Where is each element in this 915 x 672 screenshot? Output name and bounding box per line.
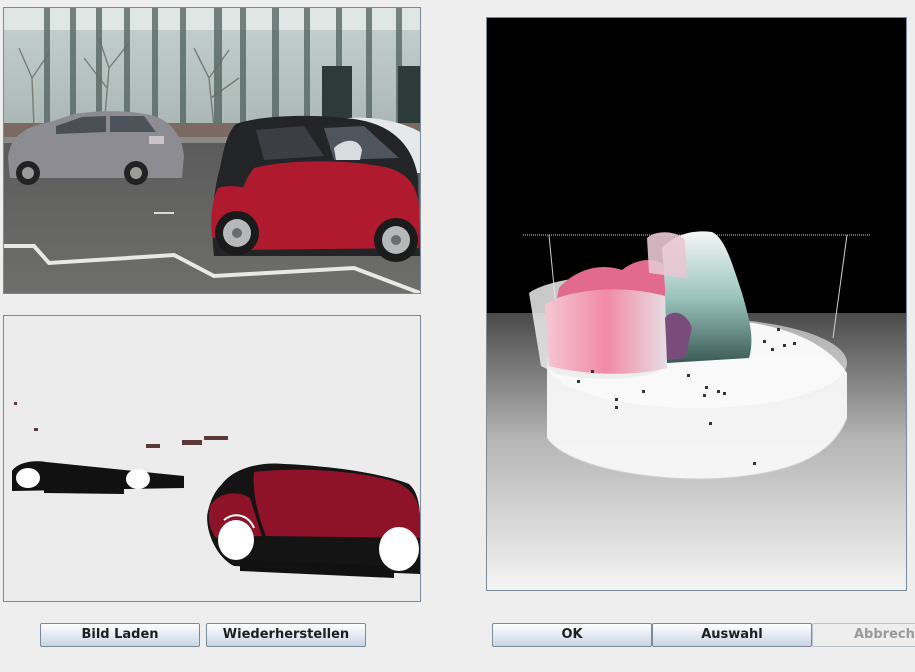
load-image-button[interactable]: Bild Laden [40,623,200,647]
source-image-panel [3,7,421,294]
ok-button[interactable]: OK [492,623,652,647]
color-space-render [487,18,906,590]
window-root: Bild Laden Wiederherstellen OK Auswahl A… [0,0,915,672]
color-space-3d-view[interactable] [486,17,907,591]
source-image [4,8,420,293]
segmentation-mask-panel [3,315,421,602]
restore-button[interactable]: Wiederherstellen [206,623,366,647]
selection-button[interactable]: Auswahl [652,623,812,647]
cancel-button[interactable]: Abbrechen [812,623,915,647]
segmentation-mask [4,316,420,601]
